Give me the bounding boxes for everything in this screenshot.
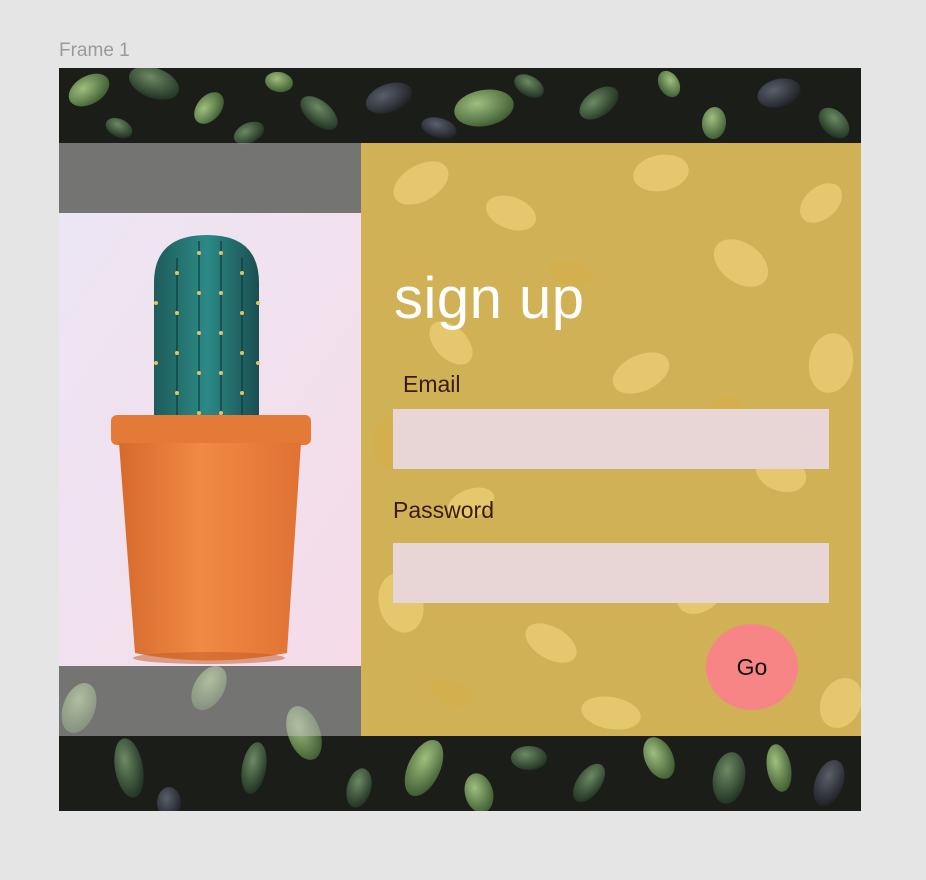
email-field[interactable] xyxy=(393,409,829,469)
pale-overlay-top xyxy=(59,143,361,213)
password-label: Password xyxy=(393,497,494,523)
password-field[interactable] xyxy=(393,543,829,603)
go-button[interactable]: Go xyxy=(706,624,798,710)
frame: sign up Email Password Go xyxy=(59,68,861,811)
signup-panel: sign up Email Password Go xyxy=(361,143,861,736)
design-canvas: Frame 1 sign up Email Password Go xyxy=(0,0,926,880)
email-label: Email xyxy=(403,371,461,397)
frame-label[interactable]: Frame 1 xyxy=(59,40,130,62)
cactus-image xyxy=(59,213,361,666)
page-title: sign up xyxy=(394,266,585,331)
pale-overlay-bottom xyxy=(59,666,361,736)
